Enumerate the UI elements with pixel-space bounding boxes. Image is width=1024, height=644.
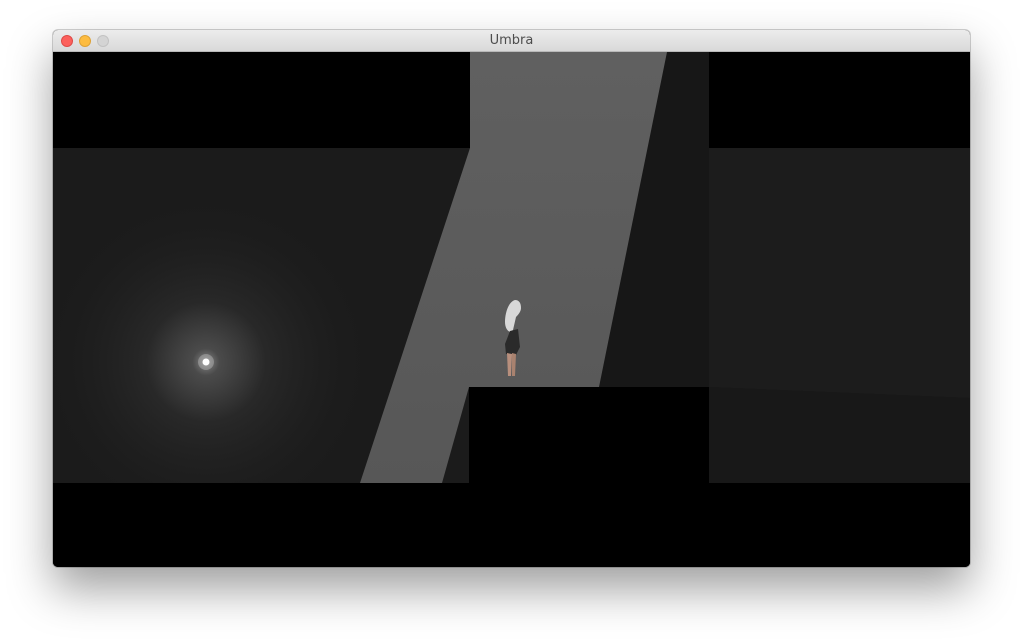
game-canvas[interactable] <box>53 52 970 567</box>
window-title: Umbra <box>489 33 534 48</box>
right-floor-shadow <box>709 387 970 483</box>
game-scene[interactable] <box>53 52 970 567</box>
lamp-halo <box>198 354 214 370</box>
ground-floor <box>53 483 970 567</box>
app-window: Umbra <box>53 30 970 567</box>
right-wall-panel <box>709 148 970 398</box>
ceiling-block-right <box>709 52 970 148</box>
ceiling-block-left <box>53 52 470 148</box>
center-platform <box>469 387 709 483</box>
title-bar[interactable]: Umbra <box>53 30 970 52</box>
